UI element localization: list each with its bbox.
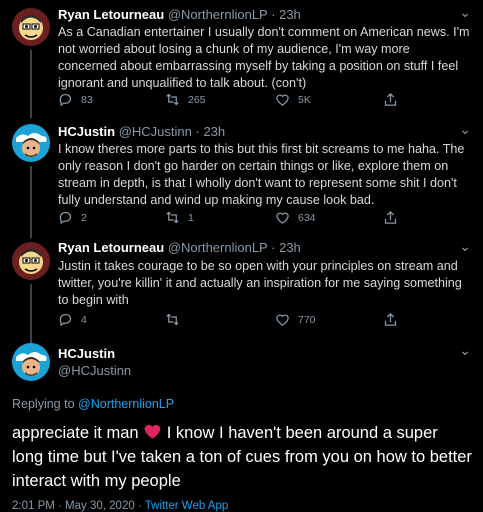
tweet-text: As a Canadian entertainer I usually don'… [58, 25, 470, 90]
separator-dot: · [195, 124, 200, 139]
reply-button[interactable]: 2 [58, 210, 87, 225]
tweet-timestamp[interactable]: 2:01 PM · May 30, 2020 · [12, 500, 145, 512]
retweet-button[interactable]: 1 [165, 210, 194, 225]
reply-button[interactable]: 83 [58, 92, 93, 107]
reply-count: 4 [81, 313, 87, 326]
retweet-button[interactable] [165, 312, 188, 327]
red-heart-icon [144, 424, 161, 439]
tweet-header: Ryan Letourneau @NorthernlionLP · 23h [58, 7, 301, 22]
more-options-icon[interactable]: ⌄ [459, 121, 471, 138]
tweet-actions: 4 770 [58, 312, 398, 330]
share-button[interactable] [383, 92, 398, 107]
heart-outline-icon [276, 94, 289, 106]
tweet-meta: 2:01 PM · May 30, 2020 · Twitter Web App [12, 500, 228, 512]
avatar-northernlion[interactable] [12, 242, 50, 280]
reply-icon [59, 93, 72, 107]
reply-count: 2 [81, 211, 87, 224]
author-name[interactable]: Ryan Letourneau [58, 7, 164, 22]
author-handle[interactable]: @HCJustinn [119, 124, 192, 139]
reply-icon [59, 211, 72, 225]
tweet-time[interactable]: 23h [203, 124, 225, 139]
like-button[interactable]: 634 [275, 210, 316, 225]
retweet-count: 265 [188, 93, 206, 106]
share-button[interactable] [383, 312, 398, 327]
reply-icon [59, 313, 72, 327]
author-name[interactable]: HCJustin [58, 124, 115, 139]
thread-line [30, 284, 32, 344]
main-tweet-author: HCJustin @HCJustinn [58, 346, 131, 378]
reply-count: 83 [81, 93, 93, 106]
share-button[interactable] [383, 210, 398, 225]
replying-to-handle[interactable]: @NorthernlionLP [78, 397, 174, 411]
separator-dot: · [271, 240, 276, 255]
author-handle[interactable]: @NorthernlionLP [168, 240, 268, 255]
share-icon [384, 312, 397, 326]
author-name[interactable]: Ryan Letourneau [58, 240, 164, 255]
tweet-actions: 2 1 634 [58, 210, 398, 228]
like-count: 5K [298, 93, 311, 106]
heart-outline-icon [276, 314, 289, 326]
like-button[interactable]: 770 [275, 312, 316, 327]
author-handle[interactable]: @NorthernlionLP [168, 7, 268, 22]
separator-dot: · [271, 7, 276, 22]
reply-button[interactable]: 4 [58, 312, 87, 327]
tweet-source[interactable]: Twitter Web App [145, 500, 229, 512]
thread-line [30, 50, 32, 118]
tweet-actions: 83 265 5K [58, 92, 398, 110]
avatar-hcjustin[interactable] [12, 124, 50, 162]
author-name[interactable]: HCJustin [58, 346, 131, 361]
more-options-icon[interactable]: ⌄ [459, 4, 471, 21]
avatar-hcjustin[interactable] [12, 343, 50, 381]
main-tweet-text-start: appreciate it man [12, 424, 139, 442]
retweet-count: 1 [188, 211, 194, 224]
tweet-text: Justin it takes courage to be so open wi… [58, 259, 462, 307]
like-count: 634 [298, 211, 316, 224]
more-options-icon[interactable]: ⌄ [459, 238, 471, 255]
avatar-northernlion[interactable] [12, 8, 50, 46]
tweet-time[interactable]: 23h [279, 240, 301, 255]
retweet-button[interactable]: 265 [165, 92, 206, 107]
tweet-time[interactable]: 23h [279, 7, 301, 22]
tweet-header: HCJustin @HCJustinn · 23h [58, 124, 225, 139]
tweet-text: I know theres more parts to this but thi… [58, 142, 465, 207]
author-handle[interactable]: @HCJustinn [58, 363, 131, 378]
tweet-header: Ryan Letourneau @NorthernlionLP · 23h [58, 240, 301, 255]
thread-line [30, 166, 32, 238]
heart-outline-icon [276, 212, 289, 224]
replying-to: Replying to @NorthernlionLP [12, 397, 174, 411]
more-options-icon[interactable]: ⌄ [459, 342, 471, 359]
retweet-icon [166, 313, 179, 326]
like-button[interactable]: 5K [275, 92, 311, 107]
share-icon [384, 92, 397, 106]
retweet-icon [166, 93, 179, 106]
like-count: 770 [298, 313, 316, 326]
main-tweet-text: appreciate it man I know I haven't been … [12, 421, 472, 493]
share-icon [384, 210, 397, 224]
replying-label: Replying to [12, 397, 75, 411]
retweet-icon [166, 211, 179, 224]
